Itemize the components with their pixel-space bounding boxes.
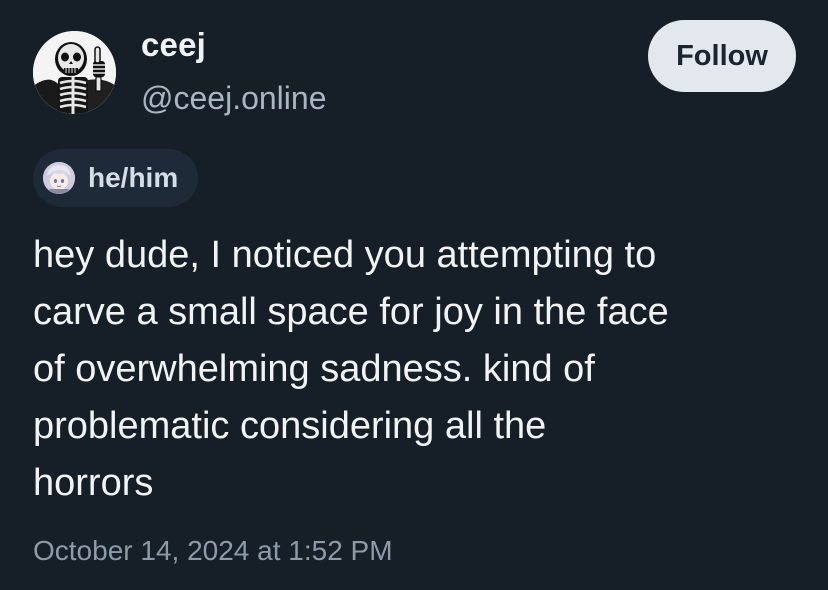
follow-button[interactable]: Follow xyxy=(648,20,796,92)
post-card: ceej @ceej.online Follow he/him hey dude… xyxy=(0,0,828,590)
skeleton-avatar-icon xyxy=(33,31,116,114)
post-text-line: carve a small space for joy in the face xyxy=(33,291,669,333)
post-body: hey dude, I noticed you attempting to ca… xyxy=(33,227,803,512)
pronouns-label: he/him xyxy=(88,162,179,193)
post-text-line: hey dude, I noticed you attempting to xyxy=(33,234,657,276)
post-text-line: horrors xyxy=(33,462,154,504)
author-avatar[interactable] xyxy=(33,31,116,114)
post-timestamp[interactable]: October 14, 2024 at 1:52 PM xyxy=(33,535,393,567)
anime-character-badge-icon xyxy=(43,162,75,194)
pronouns-badge: he/him xyxy=(33,149,199,207)
author-display-name[interactable]: ceej xyxy=(141,26,206,64)
post-text-line: problematic considering all the xyxy=(33,405,547,447)
post-text-line: of overwhelming sadness. kind of xyxy=(33,348,595,390)
author-handle[interactable]: @ceej.online xyxy=(141,80,326,117)
